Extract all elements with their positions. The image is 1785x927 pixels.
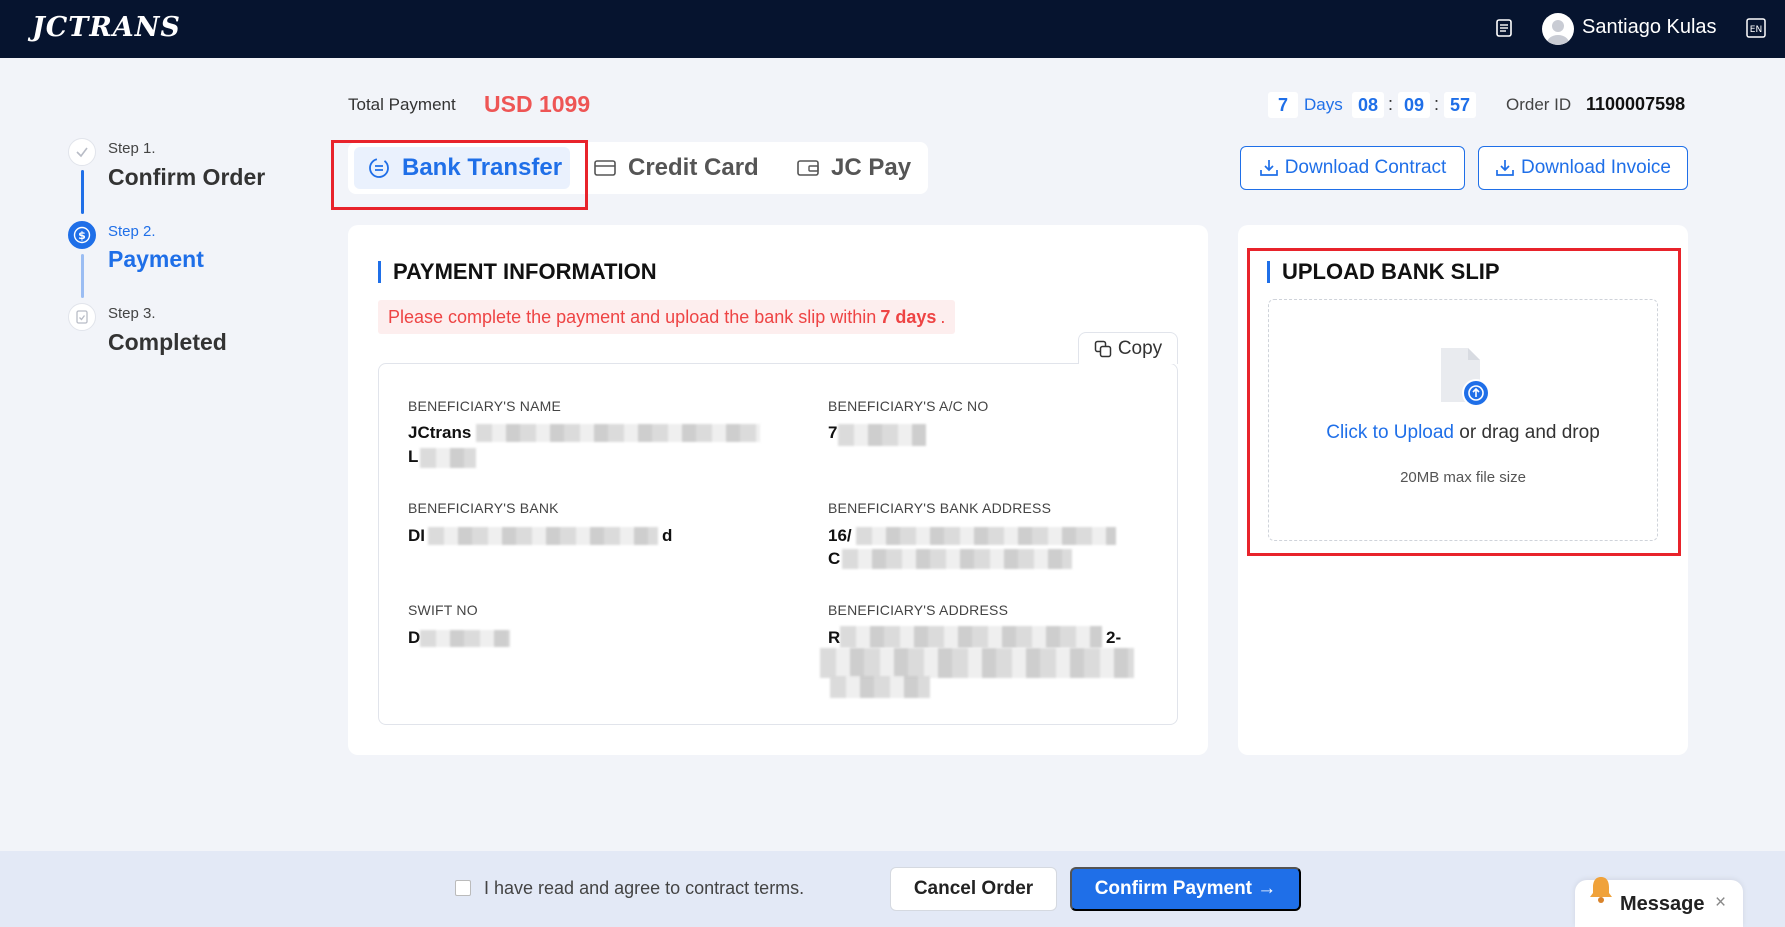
notice-text: Please complete the payment and upload t… xyxy=(388,306,877,327)
dollar-icon: $ xyxy=(68,221,96,249)
highlight-box-bank-transfer xyxy=(331,140,588,210)
step-label: Step 3. xyxy=(108,305,156,322)
beneficiary-name-label: BENEFICIARY'S NAME xyxy=(408,398,562,414)
redacted-blur xyxy=(420,630,510,647)
countdown-separator: : xyxy=(1388,94,1394,114)
redacted-blur xyxy=(820,648,1134,678)
download-contract-label: Download Contract xyxy=(1284,157,1447,178)
highlight-box-upload xyxy=(1247,248,1681,556)
swift-no-label: SWIFT NO xyxy=(408,602,478,618)
agree-terms-label[interactable]: I have read and agree to contract terms. xyxy=(484,878,804,899)
cancel-order-button[interactable]: Cancel Order xyxy=(890,867,1057,911)
redacted-blur xyxy=(842,549,1072,569)
bank-address-label: BENEFICIARY'S BANK ADDRESS xyxy=(828,500,1052,516)
user-name[interactable]: Santiago Kulas xyxy=(1582,16,1717,39)
tab-credit-card[interactable]: Credit Card xyxy=(594,147,759,189)
bank-address-value: 16/ xyxy=(828,526,852,545)
beneficiary-name-value: JCtrans xyxy=(408,423,472,442)
beneficiary-name-value-line2: L xyxy=(408,447,419,466)
top-navigation-bar: JCTRANS Santiago Kulas EN xyxy=(0,0,1785,58)
tab-jc-pay[interactable]: JC Pay xyxy=(797,147,911,189)
total-payment-value: USD 1099 xyxy=(484,91,591,117)
message-widget[interactable]: Message × xyxy=(1575,877,1743,927)
redacted-blur xyxy=(420,448,476,468)
download-invoice-button[interactable]: Download Invoice xyxy=(1478,146,1688,190)
jctrans-logo[interactable]: JCTRANS xyxy=(32,12,181,43)
notice-end: . xyxy=(940,306,946,327)
redacted-blur xyxy=(428,527,658,545)
redacted-blur xyxy=(830,676,930,698)
swift-no-value: D xyxy=(408,628,421,647)
download-contract-button[interactable]: Download Contract xyxy=(1240,146,1465,190)
download-icon xyxy=(1259,160,1278,176)
check-icon xyxy=(68,138,96,166)
payment-deadline-notice: Please complete the payment and upload t… xyxy=(378,300,956,334)
clipboard-check-icon xyxy=(68,303,96,331)
total-payment-label: Total Payment xyxy=(348,95,456,114)
language-switch-icon[interactable]: EN xyxy=(1746,18,1766,40)
user-avatar[interactable] xyxy=(1542,13,1574,45)
redacted-blur xyxy=(856,527,1116,545)
countdown-separator: : xyxy=(1434,94,1440,114)
bank-address-value-line2: C xyxy=(828,549,841,568)
step-connector-1 xyxy=(81,170,84,214)
tab-label: JC Pay xyxy=(831,154,912,181)
svg-text:EN: EN xyxy=(1750,25,1762,35)
account-number-value: 7 xyxy=(828,423,838,442)
redacted-blur xyxy=(838,424,926,446)
step-connector-2 xyxy=(81,254,84,298)
message-label: Message xyxy=(1620,893,1705,915)
account-number-label: BENEFICIARY'S A/C NO xyxy=(828,398,989,414)
copy-icon xyxy=(1094,340,1112,357)
countdown-minutes: 09 xyxy=(1398,92,1430,118)
countdown-days-label: Days xyxy=(1304,95,1343,114)
agree-terms-checkbox[interactable] xyxy=(455,880,471,896)
beneficiary-address-value-end: 2- xyxy=(1106,628,1122,647)
redacted-blur xyxy=(476,424,760,442)
step-title: Completed xyxy=(108,329,227,355)
bell-icon xyxy=(1587,874,1615,904)
redacted-blur xyxy=(840,626,1102,648)
confirm-payment-button[interactable]: Confirm Payment → xyxy=(1070,867,1301,911)
copy-label: Copy xyxy=(1117,337,1163,359)
countdown-hours: 08 xyxy=(1352,92,1384,118)
wallet-icon xyxy=(797,160,819,176)
close-icon[interactable]: × xyxy=(1715,892,1726,914)
credit-card-icon xyxy=(594,160,616,176)
step-label: Step 2. xyxy=(108,223,156,240)
beneficiary-address-value: R xyxy=(828,628,841,647)
countdown-days: 7 xyxy=(1268,92,1298,118)
countdown-seconds: 57 xyxy=(1444,92,1476,118)
copy-button[interactable]: Copy xyxy=(1078,332,1178,364)
beneficiary-bank-value: DI xyxy=(408,526,425,545)
step-title: Payment xyxy=(108,246,204,272)
step-label: Step 1. xyxy=(108,140,156,157)
svg-text:$: $ xyxy=(78,229,86,242)
tab-label: Credit Card xyxy=(628,154,759,181)
payment-information-title: PAYMENT INFORMATION xyxy=(378,261,657,283)
order-id-label: Order ID xyxy=(1506,95,1572,114)
notice-days: 7 days xyxy=(880,306,937,327)
order-id-value: 1100007598 xyxy=(1586,94,1686,114)
beneficiary-address-label: BENEFICIARY'S ADDRESS xyxy=(828,602,1009,618)
download-invoice-label: Download Invoice xyxy=(1521,157,1671,178)
download-icon xyxy=(1496,160,1514,176)
step-title: Confirm Order xyxy=(108,164,266,190)
beneficiary-bank-value-end: d xyxy=(662,526,673,545)
beneficiary-bank-label: BENEFICIARY'S BANK xyxy=(408,500,559,516)
document-icon[interactable] xyxy=(1495,18,1515,40)
